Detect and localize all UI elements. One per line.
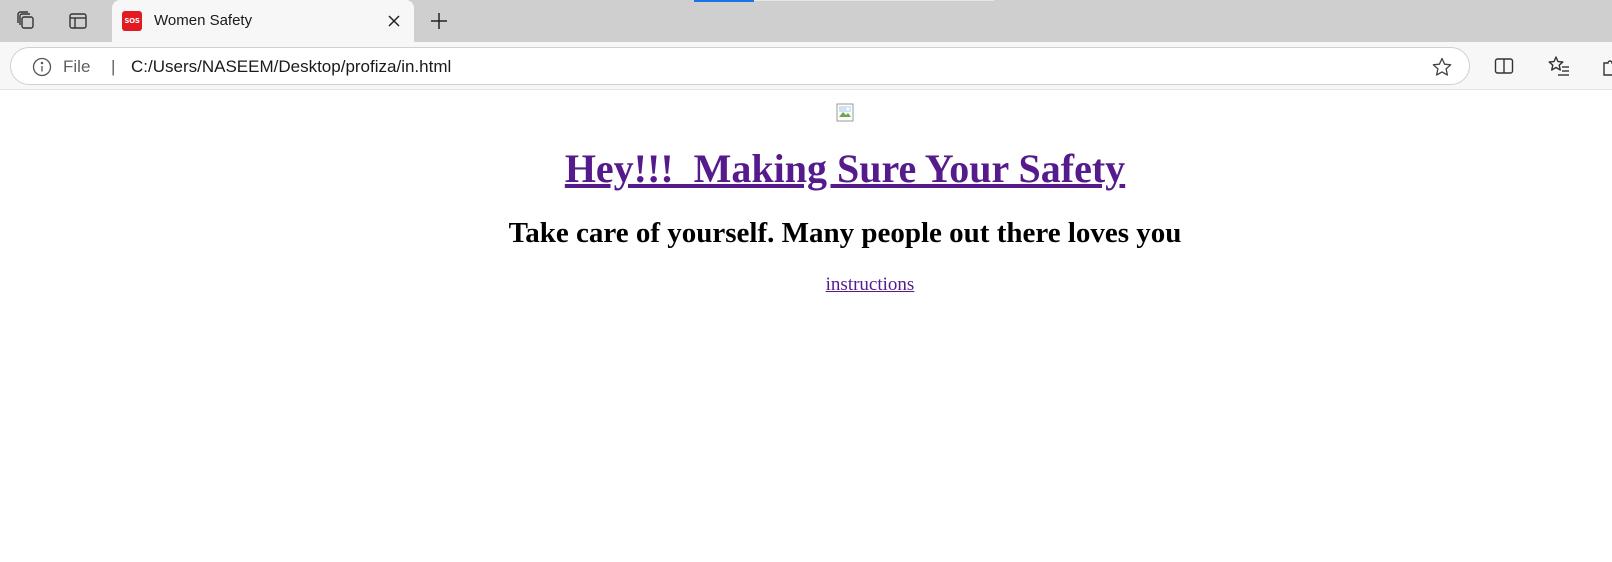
address-bar[interactable]: File | C:/Users/NASEEM/Desktop/profiza/i… — [10, 47, 1470, 85]
info-icon[interactable] — [31, 56, 53, 78]
tab-title: Women Safety — [154, 12, 253, 29]
sos-favicon-icon: SOS — [122, 11, 142, 31]
broken-image-icon — [836, 103, 854, 122]
favicon-label: SOS — [124, 17, 140, 25]
page-subheading: Take care of yourself. Many people out t… — [508, 217, 1182, 249]
active-tab[interactable]: SOS Women Safety — [112, 0, 414, 42]
split-screen-icon[interactable] — [1492, 54, 1516, 78]
url-text[interactable]: C:/Users/NASEEM/Desktop/profiza/in.html — [131, 57, 451, 77]
tab-actions-icon[interactable] — [60, 6, 96, 36]
loading-indicator — [694, 0, 754, 2]
page-heading-link[interactable]: Hey!!! Making Sure Your Safety — [0, 145, 1612, 192]
scheme-label: File — [63, 57, 91, 76]
instructions-link[interactable]: instructions — [0, 274, 1612, 296]
close-icon[interactable] — [382, 9, 406, 33]
star-icon[interactable] — [1431, 56, 1453, 78]
workspaces-icon[interactable] — [8, 6, 44, 36]
new-tab-button[interactable] — [424, 6, 454, 36]
tab-strip: SOS Women Safety — [0, 0, 1612, 42]
plus-icon — [431, 13, 447, 29]
scheme-separator: | — [111, 57, 116, 76]
page-content: Hey!!! Making Sure Your Safety Take care… — [0, 91, 1612, 562]
favorites-icon[interactable] — [1547, 54, 1571, 78]
extensions-icon[interactable] — [1600, 54, 1612, 78]
browser-toolbar: File | C:/Users/NASEEM/Desktop/profiza/i… — [0, 42, 1612, 90]
loading-track — [754, 0, 994, 1]
